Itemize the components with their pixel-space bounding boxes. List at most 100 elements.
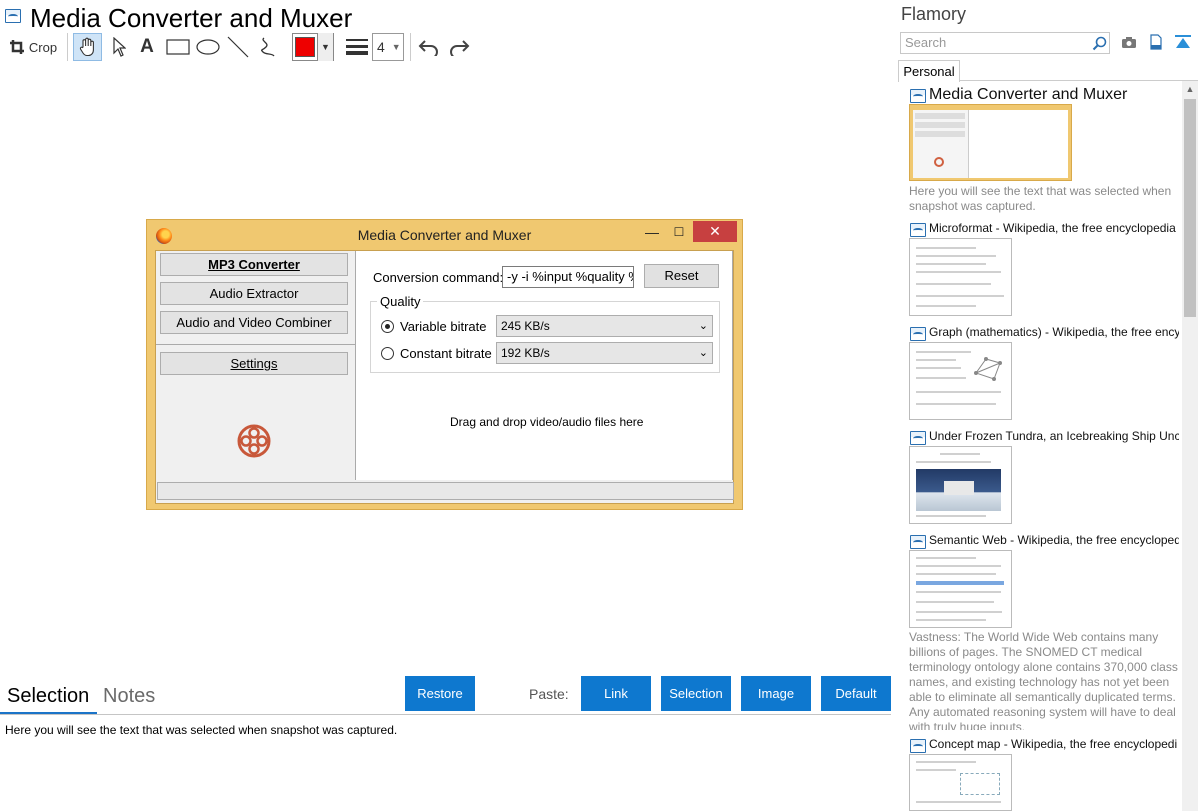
drop-zone-text: Drag and drop video/audio files here [450,415,644,429]
line-tool-button[interactable] [226,33,250,61]
scrollbar-thumb[interactable] [1184,99,1196,317]
tab-personal[interactable]: Personal [898,60,960,82]
snapshot-description: Vastness: The World Wide Web contains ma… [909,630,1178,730]
text-tool-button[interactable]: A [136,33,158,61]
rectangle-icon [166,39,190,55]
search-input[interactable]: Search [900,32,1110,54]
line-width-icon [346,39,368,55]
ellipse-tool-button[interactable] [195,33,221,61]
tab-notes[interactable]: Notes [103,683,155,709]
thumbnail-line [916,367,961,369]
quality-label: Quality [377,294,424,309]
hand-tool-button[interactable] [73,33,102,61]
reset-button: Reset [644,264,719,288]
snapshot-title[interactable]: Microformat - Wikipedia, the free encycl… [929,221,1179,235]
thumbnail-line [916,611,1002,613]
thumbnail-line [916,255,996,257]
pointer-tool-button[interactable] [108,33,130,61]
snapshot-thumbnail[interactable] [909,104,1072,181]
crop-label: Crop [28,39,58,55]
pointer-icon [113,37,126,57]
thumbnail-line [916,601,994,603]
divider [0,714,891,715]
paste-link-button[interactable]: Link [581,676,651,711]
constant-bitrate-value: 192 KB/s [501,346,550,360]
thumbnail-line [916,461,991,463]
paste-default-button[interactable]: Default [821,676,891,711]
ship-photo [916,469,1001,511]
thumbnail-button [915,113,965,119]
thumbnail-line [916,591,1001,593]
line-width-value: 4 [377,39,385,55]
sidebar: Flamory Search Personal Media Converter … [891,0,1198,811]
constant-bitrate-select: 192 KB/s ⌄ [496,342,713,364]
constant-bitrate-label: Constant bitrate [400,346,492,361]
redo-button[interactable] [446,33,472,61]
thumbnail-line [916,247,976,249]
thumbnail-line [916,573,996,575]
tab-selection[interactable]: Selection [7,683,89,709]
undo-button[interactable] [416,33,442,61]
ship-shape [944,481,974,495]
converter-pane: Conversion command: -y -i %input %qualit… [355,251,733,480]
snapshot-thumbnail[interactable] [909,446,1012,524]
snapshot-thumbnail[interactable] [909,342,1012,420]
toolbar-divider [67,33,68,61]
audio-extractor-button: Audio Extractor [160,282,348,305]
document-icon[interactable] [1150,34,1162,50]
snapshot-thumbnail[interactable] [909,550,1012,628]
paste-image-button[interactable]: Image [741,676,811,711]
paste-selection-button[interactable]: Selection [661,676,731,711]
chevron-down-icon: ⌄ [698,347,708,359]
thumbnail-line [916,557,976,559]
line-width-select[interactable]: 4 ▼ [372,33,404,61]
thumbnail-line [916,515,986,517]
scroll-up-icon[interactable]: ▲ [1182,81,1198,98]
snapshot-thumbnail[interactable] [909,754,1012,811]
thumbnail-button [915,131,965,137]
snapshot-icon [910,327,926,341]
snapshot-title[interactable]: Semantic Web - Wikipedia, the free encyc… [929,533,1179,547]
camera-icon[interactable] [1122,36,1136,48]
minimize-icon: — [645,224,659,240]
variable-bitrate-label: Variable bitrate [400,319,487,334]
graph-figure [974,357,1002,381]
ellipse-icon [196,39,220,55]
hand-icon [79,37,94,57]
undo-icon [418,40,438,56]
search-icon[interactable] [1092,36,1107,51]
variable-bitrate-value: 245 KB/s [501,319,550,333]
collapse-top-icon[interactable] [1175,34,1191,50]
selection-text[interactable]: Here you will see the text that was sele… [5,723,397,737]
snapshot-icon [910,535,926,549]
chevron-down-icon: ⌄ [698,320,708,332]
snapshot-title[interactable]: Concept map - Wikipedia, the free encycl… [929,737,1179,751]
thumbnail-line [916,769,956,771]
constant-bitrate-radio [381,347,394,360]
thumbnail-button [915,122,965,128]
line-width-icon-button[interactable] [344,33,370,61]
snapshot-title[interactable]: Media Converter and Muxer [929,86,1179,104]
thumbnail-line [916,351,971,353]
thumbnail-line [916,619,986,621]
nav-divider [156,344,355,345]
variable-bitrate-select: 245 KB/s ⌄ [496,315,713,337]
freehand-tool-button[interactable] [256,33,280,61]
paste-label: Paste: [529,686,569,702]
thumbnail-line [916,263,986,265]
redo-icon [450,40,470,56]
thumbnail-line [916,377,966,379]
thumbnail-pane [968,110,1068,178]
thumbnail-line [916,391,1001,393]
crop-button[interactable]: Crop [6,33,60,61]
snapshot-title[interactable]: Graph (mathematics) - Wikipedia, the fre… [929,325,1179,339]
snapshot-icon [910,89,926,103]
conversion-command-label: Conversion command: [373,270,504,285]
restore-button[interactable]: Restore [405,676,475,711]
rectangle-tool-button[interactable] [165,33,191,61]
snapshot-title[interactable]: Under Frozen Tundra, an Icebreaking Ship… [929,429,1179,443]
film-reel-icon [237,424,271,458]
color-picker[interactable]: ▼ [292,33,334,61]
snapshot-thumbnail[interactable] [909,238,1012,316]
text-icon: A [140,36,154,57]
